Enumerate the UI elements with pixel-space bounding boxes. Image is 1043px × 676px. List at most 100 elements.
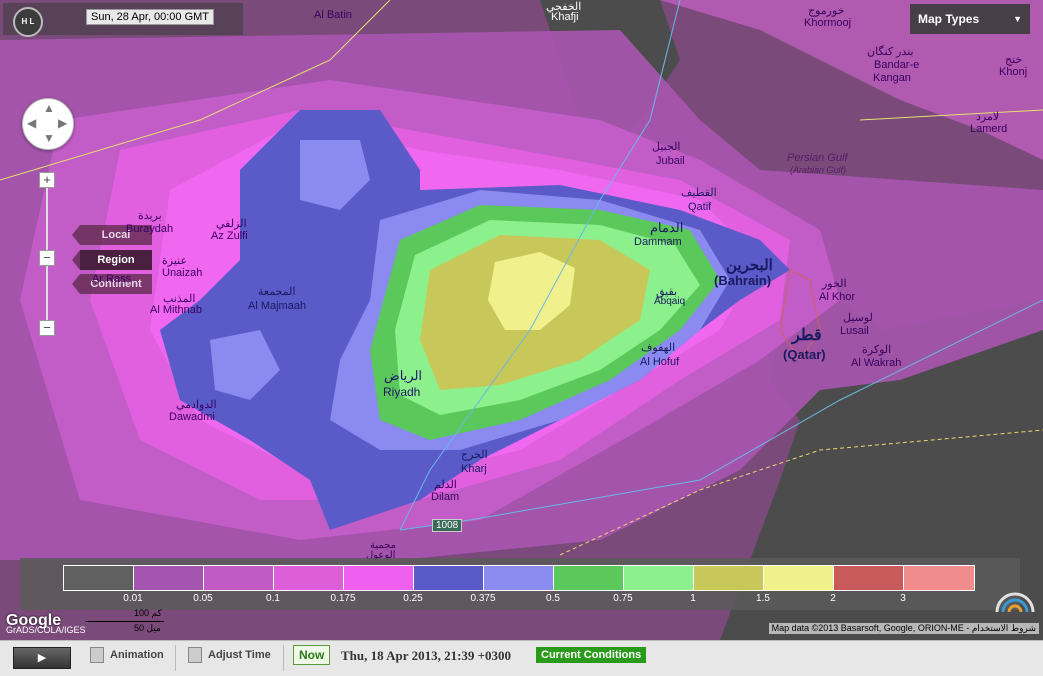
legend-swatch xyxy=(764,566,834,590)
place-label: عنيزة xyxy=(162,255,188,267)
place-label: Kharj xyxy=(461,463,487,475)
place-label: Al Mithnab xyxy=(150,304,202,316)
pan-down-icon[interactable]: ▼ xyxy=(43,131,55,145)
place-label: Khormooj xyxy=(804,17,852,29)
map-canvas[interactable]: H L Sun, 28 Apr, 00:00 GMT Map Types ▼ ▲… xyxy=(0,0,1043,640)
legend-tick-label: 1.5 xyxy=(756,593,770,604)
country-label: قطر xyxy=(792,327,822,344)
country-label: (Qatar) xyxy=(783,347,826,362)
place-label: الرياض xyxy=(384,368,423,383)
road-shield: 1008 xyxy=(432,519,463,532)
legend-swatch xyxy=(834,566,904,590)
place-label: Abqaiq xyxy=(654,296,686,307)
scale-km: 100 كم xyxy=(134,608,162,618)
hl-toggle-button[interactable]: H L xyxy=(13,7,43,37)
place-label: Jubail xyxy=(656,155,685,167)
legend-swatch xyxy=(204,566,274,590)
place-label: الزلفي xyxy=(216,218,247,230)
place-label: Bandar-e xyxy=(874,59,920,71)
country-label: (Bahrain) xyxy=(714,273,772,288)
place-label: الجبيل xyxy=(652,141,681,153)
adjust-time-button[interactable]: Adjust Time xyxy=(208,649,271,661)
legend-tick-label: 2 xyxy=(830,593,836,604)
map-types-label: Map Types xyxy=(918,12,980,26)
legend-swatch xyxy=(134,566,204,590)
gradsoc-credit: GrADS/COLA/IGES xyxy=(6,625,86,635)
precip-overlay xyxy=(0,0,1043,640)
place-label: Riyadh xyxy=(383,385,421,399)
legend-tick-label: 0.375 xyxy=(470,593,496,604)
timeline-bar: ▶ Animation Adjust Time Now Thu, 18 Apr … xyxy=(0,640,1043,676)
place-label: Kangan xyxy=(873,72,911,84)
calendar-icon xyxy=(90,647,104,663)
legend-swatch xyxy=(554,566,624,590)
legend-swatch xyxy=(64,566,134,590)
legend-tick-label: 0.175 xyxy=(330,593,356,604)
place-label: Al Wakrah xyxy=(851,357,902,369)
pan-right-icon[interactable]: ▶ xyxy=(58,116,67,130)
place-label: الدمام xyxy=(650,220,684,235)
animation-button[interactable]: Animation xyxy=(110,649,164,661)
legend-swatch xyxy=(274,566,344,590)
place-label: الدوادمي xyxy=(176,399,217,411)
zoom-slider-handle[interactable]: − xyxy=(39,250,55,266)
place-label: Al Majmaah xyxy=(248,300,307,312)
legend-swatch xyxy=(484,566,554,590)
place-label: Ar Rass xyxy=(92,273,132,285)
place-label: Khonj xyxy=(999,66,1028,78)
legend-swatch xyxy=(624,566,694,590)
legend-tick-label: 3 xyxy=(900,593,906,604)
place-label: الخرج xyxy=(461,449,488,461)
legend-tick-label: 0.1 xyxy=(266,593,280,604)
zoom-in-button[interactable]: + xyxy=(39,172,55,188)
orion-logo-icon xyxy=(995,592,1035,613)
place-label: القطيف xyxy=(681,187,717,199)
place-label: Buraydah xyxy=(126,223,174,235)
place-label: لوسيل xyxy=(843,312,873,324)
legend-tick-label: 0.05 xyxy=(193,593,213,604)
place-label: Unaizah xyxy=(162,267,203,279)
place-label: Dilam xyxy=(431,491,460,503)
place-label: Al Batin xyxy=(314,9,352,21)
sea-label: Persian Gulf xyxy=(787,152,848,164)
legend-tick-label: 0.5 xyxy=(546,593,560,604)
zoom-out-button[interactable]: − xyxy=(39,320,55,336)
place-label: Khafji xyxy=(551,11,579,23)
color-legend xyxy=(63,565,975,591)
divider xyxy=(283,645,284,671)
place-label: Az Zulfi xyxy=(211,230,248,242)
place-label: Qatif xyxy=(688,201,712,213)
map-types-button[interactable]: Map Types ▼ xyxy=(910,4,1030,34)
calendar-icon xyxy=(188,647,202,663)
chevron-down-icon: ▼ xyxy=(1013,14,1022,24)
place-label: Lusail xyxy=(840,325,869,337)
place-label: المجمعة xyxy=(258,286,296,298)
legend-tick-label: 0.25 xyxy=(403,593,423,604)
place-label: Lamerd xyxy=(970,123,1008,135)
place-label: الوكرة xyxy=(862,344,892,356)
pan-control[interactable]: ▲ ▼ ◀ ▶ xyxy=(22,98,74,150)
place-label: لامرد xyxy=(976,111,1000,123)
now-button[interactable]: Now xyxy=(293,645,331,665)
legend-swatch xyxy=(694,566,764,590)
map-data-attribution[interactable]: Map data ©2013 Basarsoft, Google, ORION-… xyxy=(768,623,1039,634)
current-datetime: Thu, 18 Apr 2013, 21:39 +0300 xyxy=(341,648,512,663)
current-conditions-button[interactable]: Current Conditions xyxy=(536,647,647,663)
legend-swatch xyxy=(904,566,974,590)
pan-up-icon[interactable]: ▲ xyxy=(43,101,55,115)
forecast-time-label: Sun, 28 Apr, 00:00 GMT xyxy=(86,9,215,25)
place-label: الدلم xyxy=(434,479,457,491)
pan-left-icon[interactable]: ◀ xyxy=(27,116,36,130)
map-scale: 100 كم 50 ميل xyxy=(86,608,166,634)
sea-label: (Arabian Gulf) xyxy=(790,165,847,175)
legend-tick-label: 1 xyxy=(690,593,696,604)
place-label: بندر كنگان xyxy=(867,46,914,58)
place-label: Al Hofuf xyxy=(640,356,680,368)
play-button[interactable]: ▶ xyxy=(13,647,71,669)
legend-tick-label: 0.01 xyxy=(123,593,143,604)
place-label: خنج xyxy=(1005,54,1023,66)
tab-region[interactable]: Region xyxy=(72,250,152,270)
scale-mi: 50 ميل xyxy=(134,623,161,633)
place-label: Al Khor xyxy=(819,291,856,303)
place-label: Dammam xyxy=(634,236,682,248)
